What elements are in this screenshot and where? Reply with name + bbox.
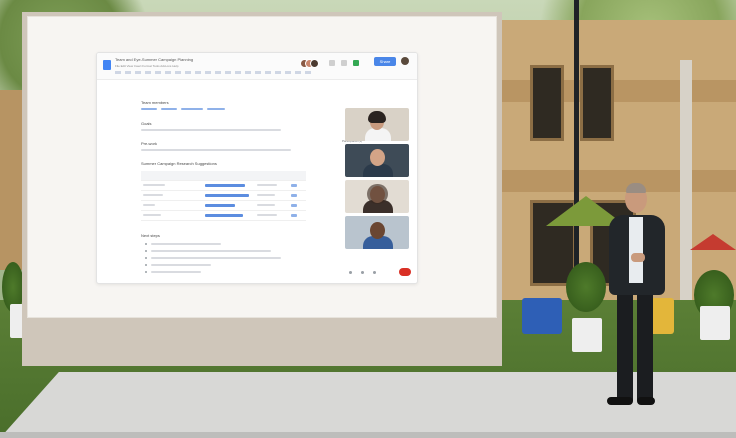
event-scene: Team and Eye-Summer Campaign Planning Fi… <box>0 0 736 438</box>
table-row <box>141 171 306 181</box>
share-button[interactable]: Share <box>374 57 396 66</box>
meet-icon[interactable] <box>353 60 359 66</box>
blue-chair <box>522 298 562 334</box>
docs-logo-icon[interactable] <box>103 60 111 70</box>
section-heading: Team members <box>141 100 169 105</box>
comments-icon[interactable] <box>329 60 335 66</box>
docs-header: Team and Eye-Summer Campaign Planning Fi… <box>97 53 417 80</box>
video-tile[interactable] <box>345 180 409 213</box>
video-tile[interactable] <box>345 108 409 141</box>
doc-menu-bar[interactable]: File Edit View Insert Format Tools Add-o… <box>115 64 178 68</box>
table-row <box>141 211 306 221</box>
section-heading: Goals <box>141 121 152 126</box>
history-icon[interactable] <box>341 60 347 66</box>
section-heading: Pre-work <box>141 141 158 146</box>
video-tile[interactable] <box>345 144 409 177</box>
section-heading: Summer Campaign Research Suggestions <box>141 161 217 166</box>
planter-pot <box>700 306 730 340</box>
stage-edge <box>0 432 736 438</box>
video-tile[interactable] <box>345 216 409 249</box>
camera-icon[interactable] <box>361 271 364 274</box>
account-avatar[interactable] <box>401 57 409 65</box>
table-row <box>141 201 306 211</box>
tree-trunk <box>680 60 692 320</box>
more-options-icon[interactable] <box>373 271 376 274</box>
suggestions-table <box>141 171 306 227</box>
table-row <box>141 191 306 201</box>
hang-up-button[interactable] <box>399 268 411 276</box>
docs-window: Team and Eye-Summer Campaign Planning Fi… <box>96 52 418 284</box>
table-row <box>141 181 306 191</box>
presenter <box>585 183 675 420</box>
doc-title[interactable]: Team and Eye-Summer Campaign Planning <box>115 57 193 62</box>
section-heading: Next steps <box>141 233 160 238</box>
doc-toolbar[interactable] <box>115 71 315 74</box>
mic-icon[interactable] <box>349 271 352 274</box>
collaborator-avatars[interactable] <box>300 59 320 68</box>
